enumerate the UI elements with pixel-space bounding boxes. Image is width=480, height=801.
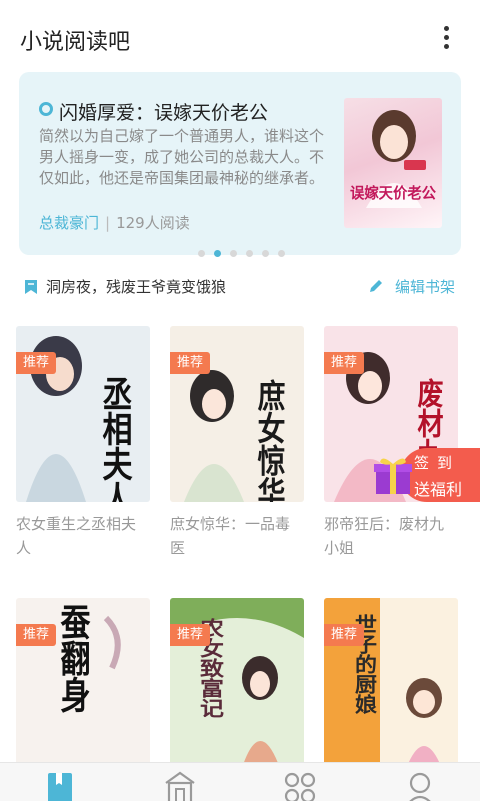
welfare-line2: 送福利 (414, 480, 463, 499)
book-item[interactable]: 农女致富记 推荐 (170, 598, 304, 774)
tab-bookshelf[interactable] (40, 771, 80, 801)
welfare-line1: 签到 (414, 454, 461, 472)
book-title: 邪帝狂后：废材九小姐 (324, 515, 445, 557)
banner-book-cover[interactable]: 误嫁天价老公 (344, 98, 442, 228)
book-cover[interactable]: 蚕翻身 推荐 (16, 598, 150, 774)
banner-title: 闪婚厚爱：误嫁天价老公 (59, 102, 269, 124)
sign-in-welfare-button[interactable]: 签到 送福利 (370, 446, 480, 506)
featured-banner[interactable]: 闪婚厚爱：误嫁天价老公 简然以为自己嫁了一个普通男人，谁料这个男人摇身一变，成了… (19, 72, 461, 255)
book-cover-title: 丞相夫人 (97, 376, 133, 502)
book-cover[interactable]: 农女致富记 推荐 (170, 598, 304, 774)
pagination-dot[interactable] (230, 250, 237, 257)
book-title: 农女重生之丞相夫人 (16, 515, 137, 557)
tab-profile[interactable] (400, 771, 440, 801)
book-cover-title: 蚕翻身 (55, 603, 91, 715)
tab-bookstore[interactable] (160, 771, 200, 801)
banner-cover-title: 误嫁天价老公 (350, 184, 436, 202)
top-bar: 小说阅读吧 (0, 0, 480, 72)
recommend-badge: 推荐 (16, 352, 57, 374)
recommend-badge: 推荐 (170, 624, 211, 646)
book-title: 庶女惊华：一品毒医 (170, 515, 291, 557)
recommend-badge: 推荐 (324, 352, 365, 374)
gift-box-icon (374, 458, 412, 494)
category-icon (284, 772, 316, 801)
book-cover[interactable]: 庶女惊华 推荐 (170, 326, 304, 502)
pencil-icon (370, 280, 382, 292)
banner-readers: 129人阅读 (116, 214, 190, 232)
pagination-dot[interactable] (198, 250, 205, 257)
pagination-dot[interactable] (278, 250, 285, 257)
recommend-badge: 推荐 (324, 624, 365, 646)
banner-meta: 总裁豪门 | 129人阅读 (39, 214, 190, 232)
book-item[interactable]: 庶女惊华 推荐 庶女惊华：一品毒医 (170, 326, 304, 560)
book-cover[interactable]: 世子的厨娘 推荐 (324, 598, 458, 774)
banner-pagination (198, 242, 294, 257)
notice-text: 洞房夜，残废王爷竟变饿狼 (46, 278, 227, 296)
more-menu-icon[interactable] (438, 26, 454, 50)
bookshelf-icon (48, 773, 72, 801)
profile-icon (409, 772, 431, 801)
book-item[interactable]: 废材九小 推荐 邪帝狂后：废材九小姐 (324, 326, 458, 560)
recommend-badge: 推荐 (16, 624, 57, 646)
bookstore-icon (165, 771, 195, 801)
edit-shelf-label: 编辑书架 (395, 278, 456, 296)
recommend-badge: 推荐 (170, 352, 211, 374)
bottom-tab-bar (0, 762, 480, 801)
pagination-dot-active[interactable] (214, 250, 221, 257)
book-item[interactable]: 世子的厨娘 推荐 (324, 598, 458, 774)
bullet-ring-icon (39, 102, 53, 116)
book-cover[interactable]: 丞相夫人 推荐 (16, 326, 150, 502)
bookmark-icon (25, 280, 37, 294)
banner-description: 简然以为自己嫁了一个普通男人，谁料这个男人摇身一变，成了她公司的总裁大人。不仅如… (39, 127, 325, 187)
app-title: 小说阅读吧 (20, 30, 131, 55)
pagination-dot[interactable] (246, 250, 253, 257)
tab-category[interactable] (280, 771, 320, 801)
banner-tag[interactable]: 总裁豪门 (39, 214, 99, 232)
book-cover-title: 庶女惊华 (254, 379, 287, 502)
pagination-dot[interactable] (262, 250, 269, 257)
book-item[interactable]: 蚕翻身 推荐 (16, 598, 150, 774)
book-item[interactable]: 丞相夫人 推荐 农女重生之丞相夫人 (16, 326, 150, 560)
